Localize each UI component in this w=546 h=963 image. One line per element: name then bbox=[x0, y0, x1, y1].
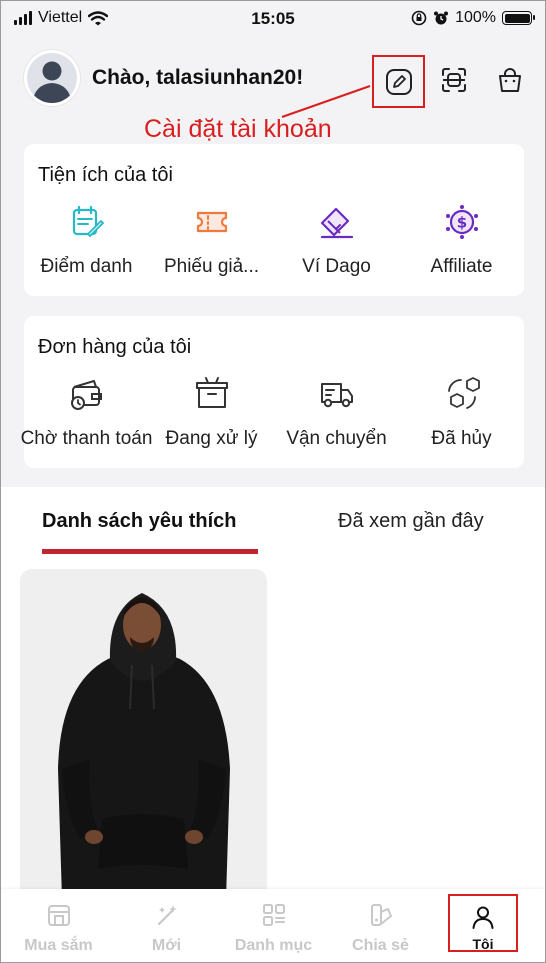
avatar-person-icon bbox=[32, 61, 72, 103]
orientation-lock-icon bbox=[411, 10, 427, 26]
battery-icon bbox=[502, 11, 535, 25]
pencil-edit-icon bbox=[385, 68, 412, 95]
wishlist-product-card[interactable] bbox=[20, 569, 267, 899]
orders-card: Đơn hàng của tôi Chờ thanh toán Đang xử … bbox=[21, 316, 524, 468]
category-grid-icon bbox=[260, 901, 288, 929]
nav-share[interactable]: Chia sẻ bbox=[326, 889, 435, 963]
order-cancelled[interactable]: Đã hủy bbox=[399, 374, 524, 450]
utilities-card: Tiện ích của tôi Điểm danh Phiếu giả... bbox=[24, 144, 524, 296]
affiliate-dollar-icon: $ bbox=[442, 202, 482, 242]
scan-icon bbox=[442, 68, 466, 92]
user-icon bbox=[469, 904, 497, 930]
order-processing[interactable]: Đang xử lý bbox=[149, 374, 274, 450]
orders-grid: Chờ thanh toán Đang xử lý Vận chuyển Đã … bbox=[21, 374, 524, 450]
order-label: Chờ thanh toán bbox=[20, 428, 153, 449]
product-image bbox=[20, 569, 267, 899]
utility-voucher[interactable]: Phiếu giả... bbox=[149, 202, 274, 278]
nav-shop[interactable]: Mua sắm bbox=[4, 889, 113, 963]
utility-label: Phiếu giả... bbox=[163, 256, 260, 277]
utility-check-in[interactable]: Điểm danh bbox=[24, 202, 149, 278]
magic-wand-icon bbox=[153, 901, 181, 929]
cancelled-box-icon bbox=[442, 374, 482, 414]
order-pending-payment[interactable]: Chờ thanh toán bbox=[21, 374, 152, 450]
status-right: 100% bbox=[411, 9, 535, 27]
shopping-bag-icon bbox=[499, 68, 521, 92]
nav-me[interactable]: Tôi bbox=[448, 894, 518, 952]
package-processing-icon bbox=[192, 374, 232, 414]
utility-label: Điểm danh bbox=[40, 256, 133, 277]
utility-wallet[interactable]: Ví Dago bbox=[274, 202, 399, 278]
edit-account-button[interactable] bbox=[372, 55, 425, 108]
utility-label: Ví Dago bbox=[302, 256, 371, 277]
voucher-ticket-icon bbox=[192, 202, 232, 242]
tab-wishlist[interactable]: Danh sách yêu thích bbox=[42, 510, 237, 533]
active-tab-indicator bbox=[42, 549, 258, 554]
calendar-check-icon bbox=[67, 202, 107, 242]
utility-label: Affiliate bbox=[430, 256, 493, 277]
nav-label: Danh mục bbox=[234, 937, 313, 954]
battery-percent: 100% bbox=[455, 9, 496, 26]
share-icon bbox=[367, 901, 395, 929]
avatar[interactable] bbox=[24, 50, 80, 106]
shop-icon bbox=[45, 901, 73, 929]
scan-button[interactable] bbox=[434, 58, 474, 102]
order-label: Vận chuyển bbox=[286, 428, 387, 449]
nav-label: Chia sẻ bbox=[352, 937, 409, 954]
order-label: Đã hủy bbox=[431, 428, 492, 449]
nav-categories[interactable]: Danh mục bbox=[219, 889, 328, 963]
order-label: Đang xử lý bbox=[165, 428, 258, 449]
nav-new[interactable]: Mới bbox=[112, 889, 221, 963]
orders-title: Đơn hàng của tôi bbox=[38, 336, 192, 358]
delivery-truck-icon bbox=[317, 374, 357, 414]
annotation-label: Cài đặt tài khoản bbox=[144, 115, 332, 143]
bottom-navigation: Mua sắm Mới Danh mục Chia sẻ Tôi bbox=[0, 889, 546, 963]
alarm-icon bbox=[434, 11, 449, 25]
status-bar: Viettel 15:05 100% bbox=[0, 0, 546, 38]
tab-recently-viewed[interactable]: Đã xem gần đây bbox=[338, 510, 484, 533]
nav-label: Mua sắm bbox=[24, 937, 93, 954]
wallet-pending-icon bbox=[67, 374, 107, 414]
wallet-card-icon bbox=[317, 202, 357, 242]
utilities-grid: Điểm danh Phiếu giả... Ví Dago $ Affilia… bbox=[24, 202, 524, 278]
order-shipping[interactable]: Vận chuyển bbox=[274, 374, 399, 450]
utilities-title: Tiện ích của tôi bbox=[38, 164, 173, 186]
utility-affiliate[interactable]: $ Affiliate bbox=[399, 202, 524, 278]
svg-text:$: $ bbox=[456, 214, 466, 232]
nav-label: Tôi bbox=[472, 936, 494, 952]
greeting-text: Chào, talasiunhan20! bbox=[92, 66, 304, 89]
shopping-bag-button[interactable] bbox=[490, 58, 530, 102]
nav-label: Mới bbox=[151, 937, 182, 954]
